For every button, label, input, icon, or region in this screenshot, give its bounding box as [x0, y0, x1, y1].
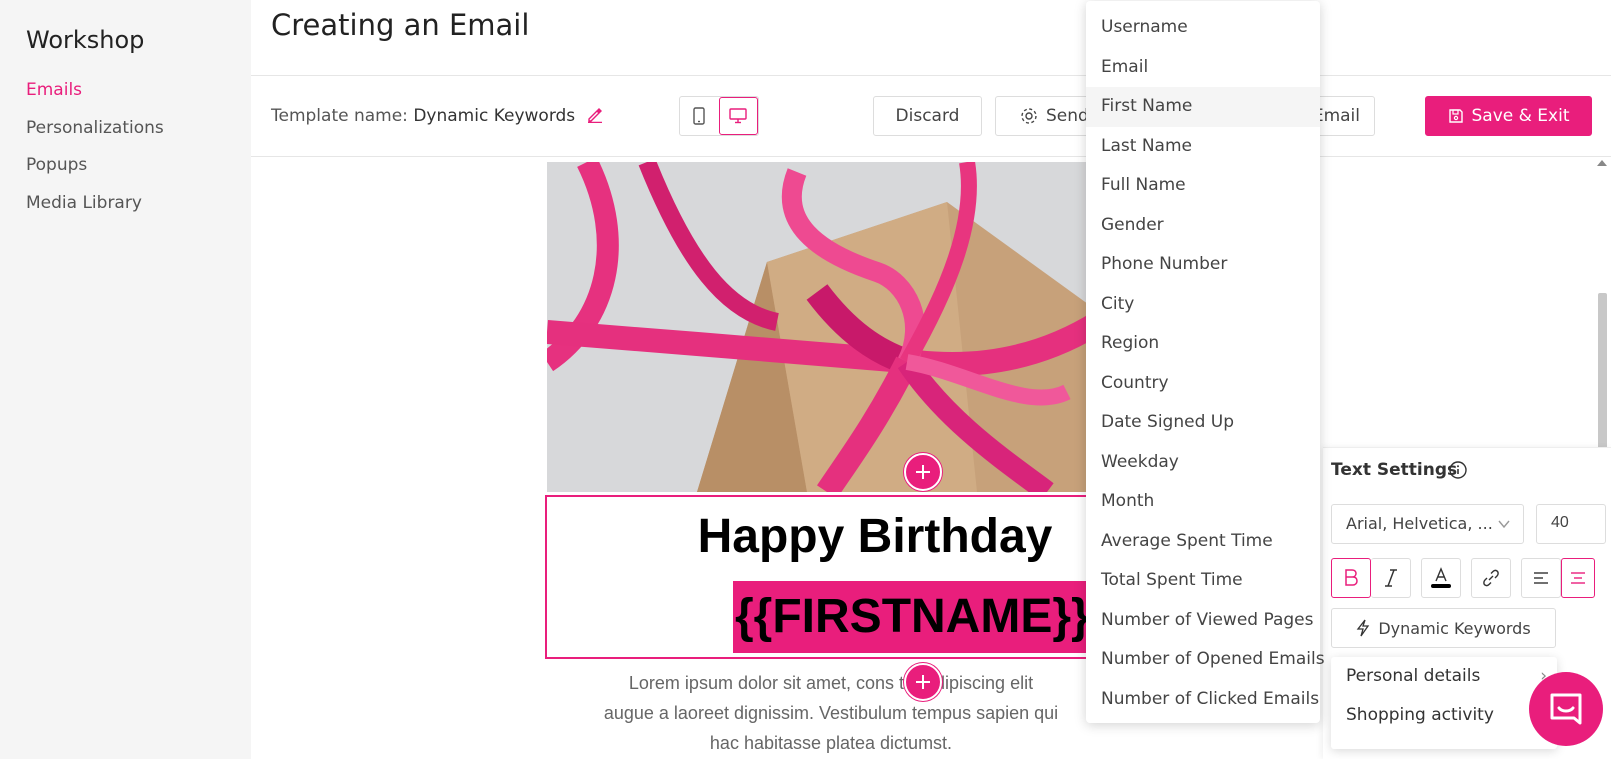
- italic-icon: [1384, 569, 1397, 587]
- sidebar-item-media-library[interactable]: Media Library: [26, 191, 164, 229]
- firstname-variable[interactable]: {{FIRSTNAME}}: [733, 581, 1092, 653]
- option-username[interactable]: Username: [1086, 8, 1320, 48]
- plus-icon: [916, 675, 930, 689]
- body-line-2: augue a laoreet dignissim. Vestibulum te…: [603, 703, 1059, 723]
- align-center-button[interactable]: [1561, 558, 1595, 598]
- font-size-input[interactable]: 40: [1536, 504, 1606, 544]
- body-paragraph[interactable]: Lorem ipsum dolor sit amet, cons tur adi…: [551, 668, 1111, 758]
- text-color-icon: [1431, 567, 1451, 588]
- gear-icon: [1021, 108, 1037, 124]
- text-settings-title: Text Settings: [1331, 460, 1458, 480]
- plus-icon: [916, 465, 930, 479]
- option-number-of-viewed-pages[interactable]: Number of Viewed Pages: [1086, 601, 1320, 641]
- mobile-icon: [693, 107, 706, 125]
- menu-item-shopping-activity[interactable]: Shopping activity: [1331, 696, 1557, 735]
- option-month[interactable]: Month: [1086, 482, 1320, 522]
- device-toggle: [679, 96, 759, 136]
- option-number-of-clicked-emails[interactable]: Number of Clicked Emails: [1086, 680, 1320, 720]
- page-header: Creating an Email: [251, 0, 1611, 76]
- gift-image[interactable]: [547, 162, 1099, 492]
- option-full-name[interactable]: Full Name: [1086, 166, 1320, 206]
- option-number-of-opened-emails[interactable]: Number of Opened Emails: [1086, 640, 1325, 680]
- dynamic-keywords-menu: Personal details › Shopping activity: [1331, 657, 1557, 749]
- body-line-1: Lorem ipsum dolor sit amet, cons tur adi…: [628, 673, 1034, 693]
- send-button-label: Send: [1046, 106, 1089, 126]
- scroll-up-arrow-icon[interactable]: [1597, 160, 1607, 166]
- page-title: Creating an Email: [271, 8, 530, 42]
- bold-icon: [1345, 569, 1358, 586]
- sidebar-item-popups[interactable]: Popups: [26, 153, 164, 191]
- option-city[interactable]: City: [1086, 285, 1320, 325]
- dynamic-keywords-label: Dynamic Keywords: [1378, 618, 1531, 638]
- template-name: Template name: Dynamic Keywords: [271, 106, 603, 126]
- dynamic-keywords-button[interactable]: Dynamic Keywords: [1331, 608, 1556, 648]
- chat-icon: [1550, 693, 1582, 725]
- option-email[interactable]: Email: [1086, 48, 1320, 88]
- option-region[interactable]: Region: [1086, 324, 1320, 364]
- desktop-icon: [729, 108, 748, 124]
- gift-illustration: [547, 162, 1099, 492]
- option-date-signed-up[interactable]: Date Signed Up: [1086, 403, 1320, 443]
- align-left-icon: [1534, 572, 1548, 584]
- font-family-value: Arial, Helvetica, ...: [1346, 514, 1493, 533]
- align-left-button[interactable]: [1521, 558, 1561, 598]
- add-block-button[interactable]: [904, 453, 942, 491]
- option-country[interactable]: Country: [1086, 364, 1320, 404]
- sidebar-item-emails[interactable]: Emails: [26, 78, 164, 116]
- sidebar-item-personalizations[interactable]: Personalizations: [26, 116, 164, 154]
- option-total-spent-time[interactable]: Total Spent Time: [1086, 561, 1320, 601]
- mobile-view-button[interactable]: [680, 97, 719, 135]
- menu-item-personal-details[interactable]: Personal details ›: [1331, 657, 1557, 696]
- save-icon: [1448, 109, 1463, 123]
- sidebar: Workshop Emails Personalizations Popups …: [0, 0, 251, 759]
- discard-button[interactable]: Discard: [873, 96, 982, 136]
- save-exit-label: Save & Exit: [1471, 106, 1570, 126]
- font-family-select[interactable]: Arial, Helvetica, ...: [1331, 504, 1524, 544]
- info-icon[interactable]: [1448, 460, 1468, 480]
- option-gender[interactable]: Gender: [1086, 206, 1320, 246]
- align-center-icon: [1571, 572, 1585, 584]
- option-weekday[interactable]: Weekday: [1086, 443, 1320, 483]
- option-phone-number[interactable]: Phone Number: [1086, 245, 1320, 285]
- desktop-view-button[interactable]: [718, 97, 758, 135]
- bold-button[interactable]: [1331, 558, 1371, 598]
- menu-item-label: Shopping activity: [1346, 705, 1494, 725]
- option-average-spent-time[interactable]: Average Spent Time: [1086, 522, 1320, 562]
- editor-toolbar: Template name: Dynamic Keywords Discard …: [251, 76, 1611, 157]
- add-block-button[interactable]: [904, 663, 942, 701]
- sidebar-nav: Emails Personalizations Popups Media Lib…: [26, 78, 164, 228]
- save-exit-button[interactable]: Save & Exit: [1425, 96, 1592, 136]
- link-button[interactable]: [1471, 558, 1511, 598]
- chevron-down-icon: [1498, 520, 1510, 529]
- personal-details-dropdown: Username Email First Name Last Name Full…: [1086, 1, 1325, 723]
- text-color-button[interactable]: [1421, 558, 1461, 598]
- pencil-icon[interactable]: [587, 107, 603, 123]
- link-icon: [1483, 569, 1499, 587]
- menu-item-label: Personal details: [1346, 666, 1481, 686]
- body-line-3: hac habitasse platea dictumst.: [709, 733, 953, 753]
- heading-text-block[interactable]: Happy Birthday {{FIRSTNAME}}: [545, 495, 1105, 659]
- lightning-icon: [1356, 619, 1370, 637]
- option-first-name[interactable]: First Name: [1086, 87, 1320, 127]
- template-name-value: Dynamic Keywords: [413, 106, 576, 126]
- brand-title: Workshop: [26, 26, 145, 54]
- italic-button[interactable]: [1371, 558, 1411, 598]
- template-name-label: Template name:: [271, 106, 408, 126]
- chat-launcher-button[interactable]: [1529, 672, 1603, 746]
- option-last-name[interactable]: Last Name: [1086, 127, 1320, 167]
- heading-text[interactable]: Happy Birthday: [547, 509, 1103, 564]
